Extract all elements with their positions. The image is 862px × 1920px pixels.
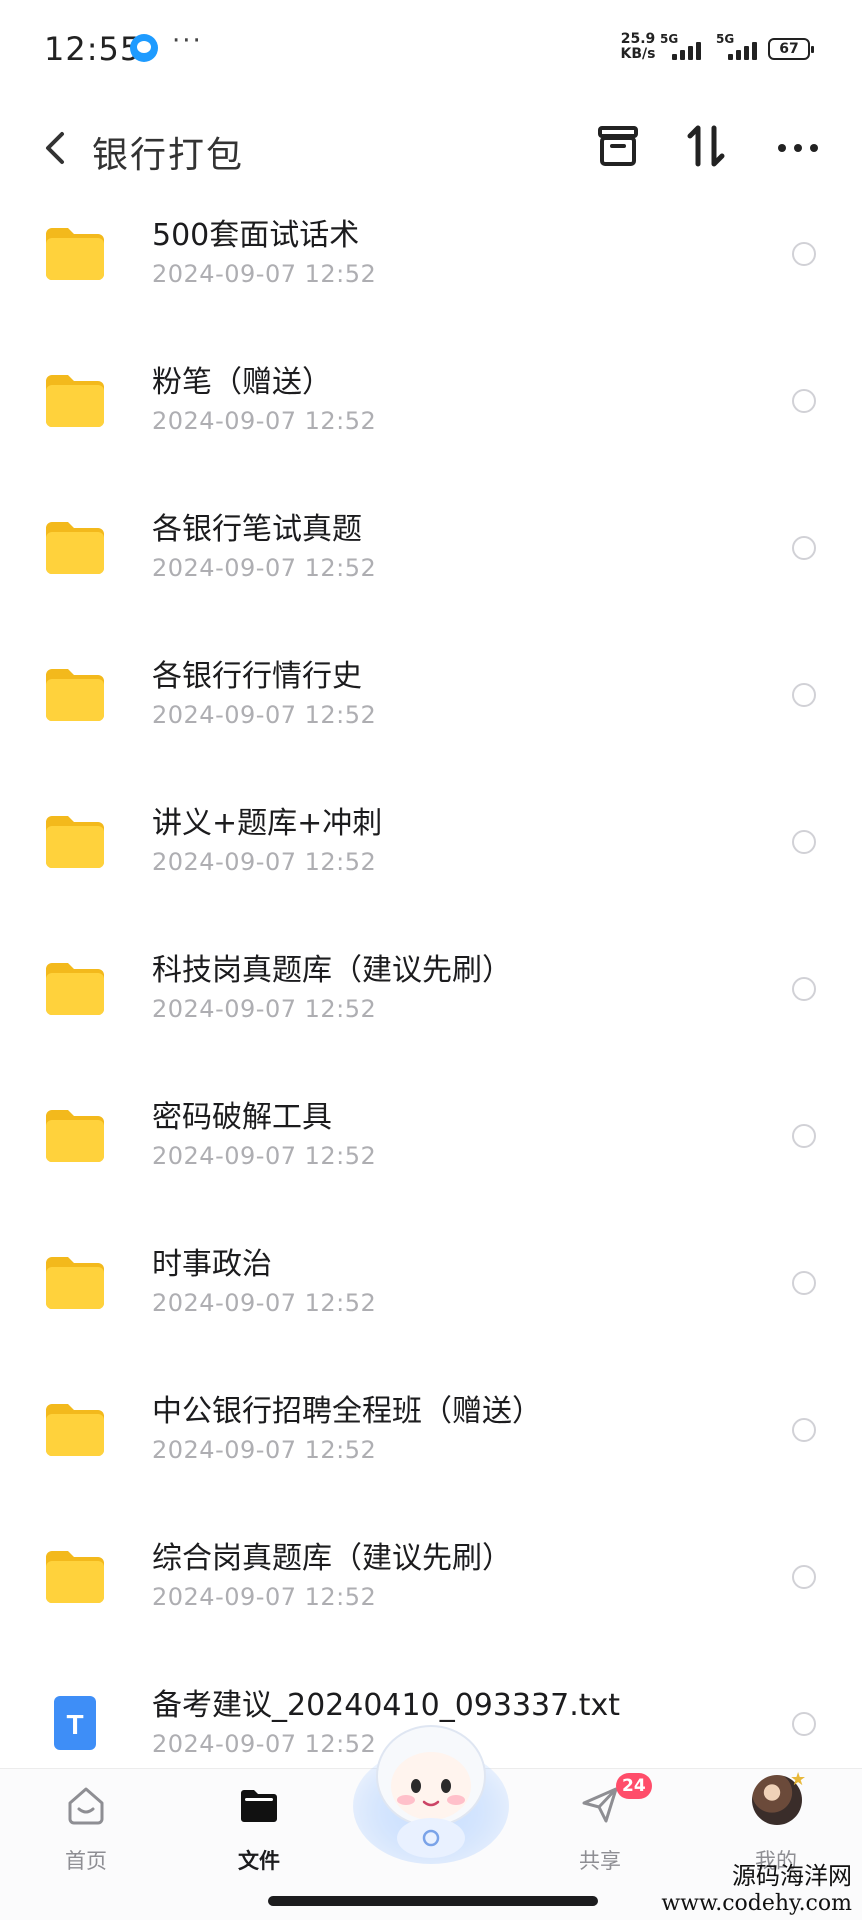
file-date: 2024-09-07 12:52 (152, 1142, 377, 1170)
select-checkbox[interactable] (792, 389, 816, 413)
file-name: 各银行笔试真题 (152, 512, 362, 547)
more-options-button[interactable] (766, 114, 830, 178)
select-checkbox[interactable] (792, 1418, 816, 1442)
star-icon: ★ (790, 1769, 807, 1790)
mascot-icon (353, 1725, 509, 1864)
file-name: 密码破解工具 (152, 1100, 332, 1135)
file-row[interactable]: 各银行行情行史 2024-09-07 12:52 (0, 641, 862, 788)
folder-icon (44, 667, 106, 723)
sort-icon (687, 125, 725, 167)
back-icon[interactable] (36, 118, 80, 178)
folder-icon (44, 520, 106, 576)
select-checkbox[interactable] (792, 830, 816, 854)
file-name: 500套面试话术 (152, 218, 360, 253)
file-row[interactable]: 讲义+题库+冲刺 2024-09-07 12:52 (0, 788, 862, 935)
select-checkbox[interactable] (792, 242, 816, 266)
ai-assistant-button[interactable] (350, 1710, 512, 1870)
status-more-icon: ··· (172, 26, 203, 56)
home-icon (68, 1787, 104, 1825)
watermark-line1: 源码海洋网 (732, 1862, 852, 1890)
select-checkbox[interactable] (792, 683, 816, 707)
file-row[interactable]: 500套面试话术 2024-09-07 12:52 (0, 200, 862, 347)
folder-icon (44, 1255, 106, 1311)
status-time: 12:55 (44, 30, 142, 68)
network-speed-unit: KB/s (620, 46, 656, 62)
file-date: 2024-09-07 12:52 (152, 554, 377, 582)
select-checkbox[interactable] (792, 1712, 816, 1736)
status-bar: 12:55 ··· 25.9 KB/s 5G 5G 67 (0, 0, 862, 96)
file-date: 2024-09-07 12:52 (152, 1583, 377, 1611)
archive-button[interactable] (586, 114, 650, 178)
header: 银行打包 (0, 96, 862, 212)
battery-icon: 67 (768, 38, 814, 60)
network-speed-value: 25.9 (620, 31, 656, 47)
app-notification-icon (130, 34, 158, 62)
file-date: 2024-09-07 12:52 (152, 407, 377, 435)
folder-icon (44, 1402, 106, 1458)
file-date: 2024-09-07 12:52 (152, 701, 377, 729)
file-name: 综合岗真题库（建议先刷） (152, 1541, 512, 1576)
nav-files[interactable]: 文件 (199, 1769, 319, 1879)
share-badge: 24 (616, 1773, 652, 1799)
file-name: 粉笔（赠送） (152, 365, 332, 400)
file-name: 中公银行招聘全程班（赠送） (152, 1394, 542, 1429)
nav-home-label: 首页 (65, 1849, 107, 1873)
select-checkbox[interactable] (792, 1565, 816, 1589)
select-checkbox[interactable] (792, 1271, 816, 1295)
file-row[interactable]: 中公银行招聘全程班（赠送） 2024-09-07 12:52 (0, 1376, 862, 1523)
watermark: 源码海洋网 www.codehy.com (661, 1862, 852, 1918)
file-row[interactable]: 各银行笔试真题 2024-09-07 12:52 (0, 494, 862, 641)
select-checkbox[interactable] (792, 977, 816, 1001)
file-date: 2024-09-07 12:52 (152, 1436, 377, 1464)
network-speed: 25.9 KB/s (618, 32, 658, 62)
send-icon (582, 1787, 618, 1823)
nav-home[interactable]: 首页 (26, 1769, 146, 1879)
folder-icon (241, 1790, 277, 1822)
select-checkbox[interactable] (792, 1124, 816, 1148)
file-date: 2024-09-07 12:52 (152, 995, 377, 1023)
folder-icon (44, 373, 106, 429)
page-title: 银行打包 (92, 135, 245, 176)
svg-text:T: T (66, 1709, 83, 1740)
more-icon (778, 144, 818, 152)
folder-icon (44, 226, 106, 282)
select-checkbox[interactable] (792, 536, 816, 560)
text-file-icon: T (44, 1696, 106, 1752)
nav-files-label: 文件 (238, 1849, 280, 1873)
file-row[interactable]: 粉笔（赠送） 2024-09-07 12:52 (0, 347, 862, 494)
file-name: 各银行行情行史 (152, 659, 362, 694)
sort-button[interactable] (674, 114, 738, 178)
file-row[interactable]: 密码破解工具 2024-09-07 12:52 (0, 1082, 862, 1229)
archive-icon (598, 126, 638, 166)
file-row[interactable]: 综合岗真题库（建议先刷） 2024-09-07 12:52 (0, 1523, 862, 1670)
folder-icon (44, 961, 106, 1017)
folder-icon (44, 814, 106, 870)
file-row[interactable]: 科技岗真题库（建议先刷） 2024-09-07 12:52 (0, 935, 862, 1082)
watermark-line2: www.codehy.com (661, 1891, 852, 1916)
signal-icon: 5G (716, 32, 762, 62)
file-name: 时事政治 (152, 1247, 272, 1282)
file-date: 2024-09-07 12:52 (152, 1289, 377, 1317)
file-name: 讲义+题库+冲刺 (152, 806, 383, 841)
battery-level: 67 (779, 41, 799, 57)
file-date: 2024-09-07 12:52 (152, 848, 377, 876)
folder-icon (44, 1549, 106, 1605)
home-indicator[interactable] (268, 1896, 598, 1906)
file-row[interactable]: 时事政治 2024-09-07 12:52 (0, 1229, 862, 1376)
file-date: 2024-09-07 12:52 (152, 1730, 377, 1758)
folder-icon (44, 1108, 106, 1164)
nav-share[interactable]: 24 共享 (540, 1769, 660, 1879)
file-date: 2024-09-07 12:52 (152, 260, 377, 288)
signal-icon: 5G (660, 32, 706, 62)
nav-share-label: 共享 (579, 1849, 621, 1873)
file-name: 科技岗真题库（建议先刷） (152, 953, 512, 988)
file-list: 500套面试话术 2024-09-07 12:52 粉笔（赠送） 2024-09-07… (0, 200, 862, 1817)
